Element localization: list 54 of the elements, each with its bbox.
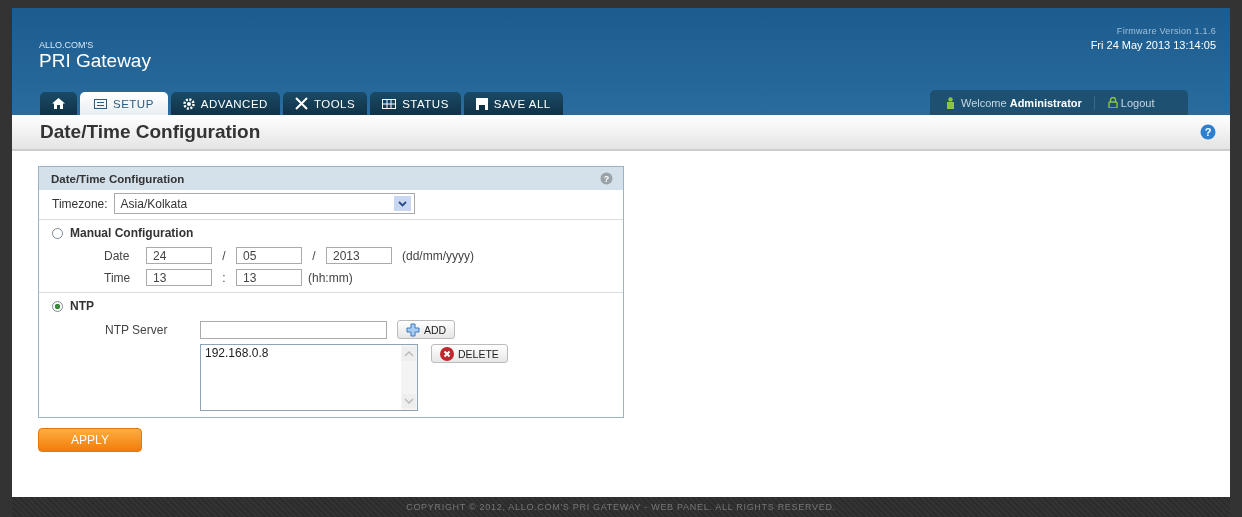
ntp-server-label: NTP Server	[105, 322, 169, 337]
save-icon	[475, 97, 488, 110]
ntp-server-field[interactable]	[200, 320, 387, 339]
nav-tab[interactable]: SETUP	[80, 92, 168, 115]
hour-field[interactable]: 13	[146, 269, 212, 286]
lock-icon	[1107, 97, 1118, 108]
date-format-hint: (dd/mm/yyyy)	[402, 248, 474, 263]
copyright-text: COPYRIGHT © 2012, ALLO.COM'S PRI GATEWAY - WEB PANEL. ALL RIGHTS RESERVED.	[406, 502, 836, 512]
date-separator: /	[311, 248, 317, 263]
minute-field[interactable]: 13	[236, 269, 302, 286]
help-icon[interactable]: ?	[1200, 124, 1216, 140]
nav-tab[interactable]: TOOLS	[282, 92, 368, 115]
chevron-up-icon	[402, 347, 416, 361]
date-label: Date	[104, 248, 131, 263]
page-title: Date/Time Configuration	[40, 121, 261, 143]
plus-icon	[406, 322, 420, 337]
radio-label: Manual Configuration	[70, 226, 194, 240]
delete-button[interactable]: DELETE	[431, 344, 508, 363]
user-icon	[946, 96, 955, 109]
tools-icon	[294, 97, 308, 110]
grid-icon	[382, 98, 397, 109]
year-field[interactable]: 2013	[326, 247, 392, 264]
scrollbar[interactable]	[401, 345, 417, 410]
brand-title: PRI Gateway	[39, 50, 151, 72]
home-tab[interactable]	[40, 92, 77, 115]
time-format-hint: (hh:mm)	[308, 270, 353, 285]
time-separator: :	[221, 270, 227, 285]
gear-icon	[182, 97, 195, 110]
firmware-version: Firmware Version 1.1.6	[1116, 26, 1216, 36]
brand-subtitle: ALLO.COM'S	[39, 40, 95, 50]
nav-tab[interactable]: SAVE ALL	[463, 92, 563, 115]
month-field[interactable]: 05	[236, 247, 302, 264]
radio-button[interactable]	[52, 300, 63, 312]
date-separator: /	[221, 248, 227, 263]
time-label: Time	[104, 270, 132, 285]
home-icon	[52, 98, 65, 109]
add-button[interactable]: ADD	[397, 320, 456, 339]
chevron-down-icon	[393, 196, 411, 211]
welcome-text: Welcome Administrator	[961, 96, 1082, 109]
chevron-down-icon	[402, 394, 416, 408]
panel-title: Date/Time Configuration	[51, 172, 185, 185]
server-list[interactable]: 192.168.0.8	[200, 344, 418, 411]
radio-button[interactable]	[52, 227, 63, 239]
timezone-dropdown[interactable]: Asia/Kolkata	[113, 193, 415, 214]
nav-tab[interactable]: ADVANCED	[170, 92, 280, 115]
radio-label: NTP	[70, 299, 94, 313]
timezone-label: Timezone:	[52, 196, 108, 211]
list-icon	[94, 98, 107, 109]
nav-tab[interactable]: STATUS	[370, 92, 461, 115]
logout-link[interactable]: Logout	[1107, 96, 1155, 109]
remove-icon	[440, 346, 454, 361]
header-datetime: Fri 24 May 2013 13:14:05	[1090, 39, 1216, 51]
server-item[interactable]: 192.168.0.8	[205, 346, 397, 360]
day-field[interactable]: 24	[146, 247, 212, 264]
